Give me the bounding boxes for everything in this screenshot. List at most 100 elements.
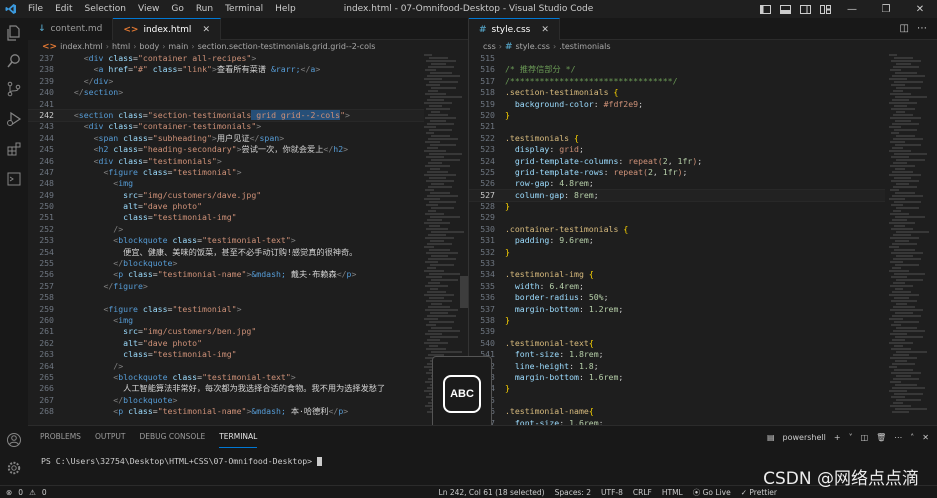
code-line[interactable]: 515	[469, 53, 885, 64]
source-control-icon[interactable]	[5, 80, 23, 98]
split-editor-icon[interactable]: ◫	[900, 23, 909, 34]
tab-index-html[interactable]: <> index.html ✕	[113, 18, 221, 40]
extensions-icon[interactable]	[5, 140, 23, 158]
code-line[interactable]: 260 <img	[28, 315, 424, 326]
code-line[interactable]: 249 src="img/customers/dave.jpg"	[28, 190, 424, 201]
code-line[interactable]: 241	[28, 99, 424, 110]
encoding[interactable]: UTF-8	[601, 488, 623, 497]
code-line[interactable]: 252 />	[28, 224, 424, 235]
code-line[interactable]: 534 .testimonial-img {	[469, 269, 885, 280]
menu-file[interactable]: File	[22, 0, 49, 18]
menu-help[interactable]: Help	[269, 0, 302, 18]
tab-problems[interactable]: PROBLEMS	[40, 426, 81, 448]
code-line[interactable]: 528}	[469, 201, 885, 212]
error-icon[interactable]: ⊗	[6, 488, 12, 497]
vertical-scrollbar[interactable]	[460, 276, 468, 308]
breadcrumb-item[interactable]: section.section-testimonials.grid.grid--…	[198, 42, 376, 51]
code-line[interactable]: 254 便宜、健康、美味的饭菜，甚至不必手动订购!感觉真的很神奇。	[28, 247, 424, 258]
code-line[interactable]: 538}	[469, 315, 885, 326]
code-line[interactable]: 536 border-radius: 50%;	[469, 292, 885, 303]
code-line[interactable]: 245 <h2 class="heading-secondary">尝试一次，你…	[28, 144, 424, 155]
code-line[interactable]: 519 background-color: #fdf2e9;	[469, 99, 885, 110]
code-line[interactable]: 530 .container-testimonials {	[469, 224, 885, 235]
toggle-panel-icon[interactable]	[778, 3, 792, 15]
breadcrumb-item[interactable]: .testimonials	[559, 42, 610, 51]
code-line[interactable]: 523 display: grid;	[469, 144, 885, 155]
code-line[interactable]: 526 row-gap: 4.8rem;	[469, 178, 885, 189]
breadcrumb-item[interactable]: index.html	[60, 42, 103, 51]
code-line[interactable]: 265 <blockquote class="testimonial-text"…	[28, 372, 424, 383]
settings-gear-icon[interactable]	[5, 459, 23, 477]
terminal-shell-label[interactable]: powershell	[783, 433, 826, 442]
code-line[interactable]: 256 <p class="testimonial-name">&mdash; …	[28, 269, 424, 280]
code-line[interactable]: 529	[469, 212, 885, 223]
code-line[interactable]: 532}	[469, 247, 885, 258]
minimap[interactable]	[889, 53, 929, 425]
code-line[interactable]: 547 font-size: 1.6rem;	[469, 418, 885, 426]
code-line[interactable]: 239 </div>	[28, 76, 424, 87]
toggle-primary-sidebar-icon[interactable]	[758, 3, 772, 15]
customize-layout-icon[interactable]	[818, 3, 832, 15]
code-line[interactable]: 238 <a href="#" class="link">查看所有菜谱 &rar…	[28, 64, 424, 75]
code-line[interactable]: 253 <blockquote class="testimonial-text"…	[28, 235, 424, 246]
code-line[interactable]: 259 <figure class="testimonial">	[28, 304, 424, 315]
breadcrumb-item[interactable]: css	[483, 42, 496, 51]
code-line[interactable]: 533	[469, 258, 885, 269]
code-line[interactable]: 250 alt="dave photo"	[28, 201, 424, 212]
code-line[interactable]: 247 <figure class="testimonial">	[28, 167, 424, 178]
tab-output[interactable]: OUTPUT	[95, 426, 126, 448]
code-line[interactable]: 537 margin-bottom: 1.2rem;	[469, 304, 885, 315]
code-line[interactable]: 527 column-gap: 8rem;	[469, 188, 885, 203]
run-debug-icon[interactable]	[5, 110, 23, 128]
remote-explorer-icon[interactable]	[5, 170, 23, 188]
code-line[interactable]: 242 <section class="section-testimonials…	[28, 108, 424, 123]
code-line[interactable]: 541 font-size: 1.8rem;	[469, 349, 885, 360]
code-line[interactable]: 521	[469, 121, 885, 132]
close-icon[interactable]: ✕	[541, 25, 549, 35]
code-line[interactable]: 520}	[469, 110, 885, 121]
code-line[interactable]: 525 grid-template-rows: repeat(2, 1fr);	[469, 167, 885, 178]
breadcrumb-item[interactable]: main	[168, 42, 188, 51]
menu-view[interactable]: View	[132, 0, 165, 18]
warning-count[interactable]: 0	[42, 488, 47, 497]
close-window-button[interactable]: ✕	[903, 0, 937, 18]
code-line[interactable]: 522 .testimonials {	[469, 133, 885, 144]
close-icon[interactable]: ✕	[202, 25, 210, 35]
code-line[interactable]: 257 </figure>	[28, 281, 424, 292]
close-icon[interactable]: ✕	[922, 433, 929, 442]
code-line[interactable]: 268 <p class="testimonial-name">&mdash; …	[28, 406, 424, 417]
code-line[interactable]: 255 </blockquote>	[28, 258, 424, 269]
tab-style-css[interactable]: # style.css ✕	[469, 18, 560, 40]
split-terminal-icon[interactable]: ◫	[861, 433, 869, 442]
code-line[interactable]: 540 .testimonial-text{	[469, 338, 885, 349]
code-line[interactable]: 516 /* 推荐信部分 */	[469, 64, 885, 75]
error-count[interactable]: 0	[18, 488, 23, 497]
tab-content-md[interactable]: ↓ content.md	[28, 18, 114, 40]
more-actions-icon[interactable]: ⋯	[917, 23, 927, 34]
code-line[interactable]: 258	[28, 292, 424, 303]
new-terminal-icon[interactable]: +	[834, 433, 841, 442]
code-line[interactable]: 543 margin-bottom: 1.6rem;	[469, 372, 885, 383]
account-icon[interactable]	[5, 431, 23, 449]
indentation[interactable]: Spaces: 2	[555, 488, 591, 497]
code-line[interactable]: 264 />	[28, 361, 424, 372]
code-line[interactable]: 524 grid-template-columns: repeat(2, 1fr…	[469, 156, 885, 167]
search-icon[interactable]	[5, 52, 23, 70]
code-line[interactable]: 246 <div class="testimonials">	[28, 156, 424, 167]
code-line[interactable]: 531 padding: 9.6rem;	[469, 235, 885, 246]
code-line[interactable]: 261 src="img/customers/ben.jpg"	[28, 326, 424, 337]
code-line[interactable]: 517 /*********************************/	[469, 76, 885, 87]
menu-terminal[interactable]: Terminal	[219, 0, 269, 18]
breadcrumb-item[interactable]: style.css	[515, 42, 549, 51]
restore-button[interactable]: ❐	[869, 0, 903, 18]
code-line[interactable]: 544}	[469, 383, 885, 394]
language-mode[interactable]: HTML	[662, 488, 683, 497]
menu-edit[interactable]: Edit	[49, 0, 78, 18]
code-line[interactable]: 248 <img	[28, 178, 424, 189]
code-line[interactable]: 539	[469, 326, 885, 337]
menu-selection[interactable]: Selection	[79, 0, 132, 18]
code-line[interactable]: 518 .section-testimonials {	[469, 87, 885, 98]
toggle-secondary-sidebar-icon[interactable]	[798, 3, 812, 15]
go-live-button[interactable]: ⦿ Go Live	[693, 487, 731, 498]
code-line[interactable]: 240 </section>	[28, 87, 424, 98]
